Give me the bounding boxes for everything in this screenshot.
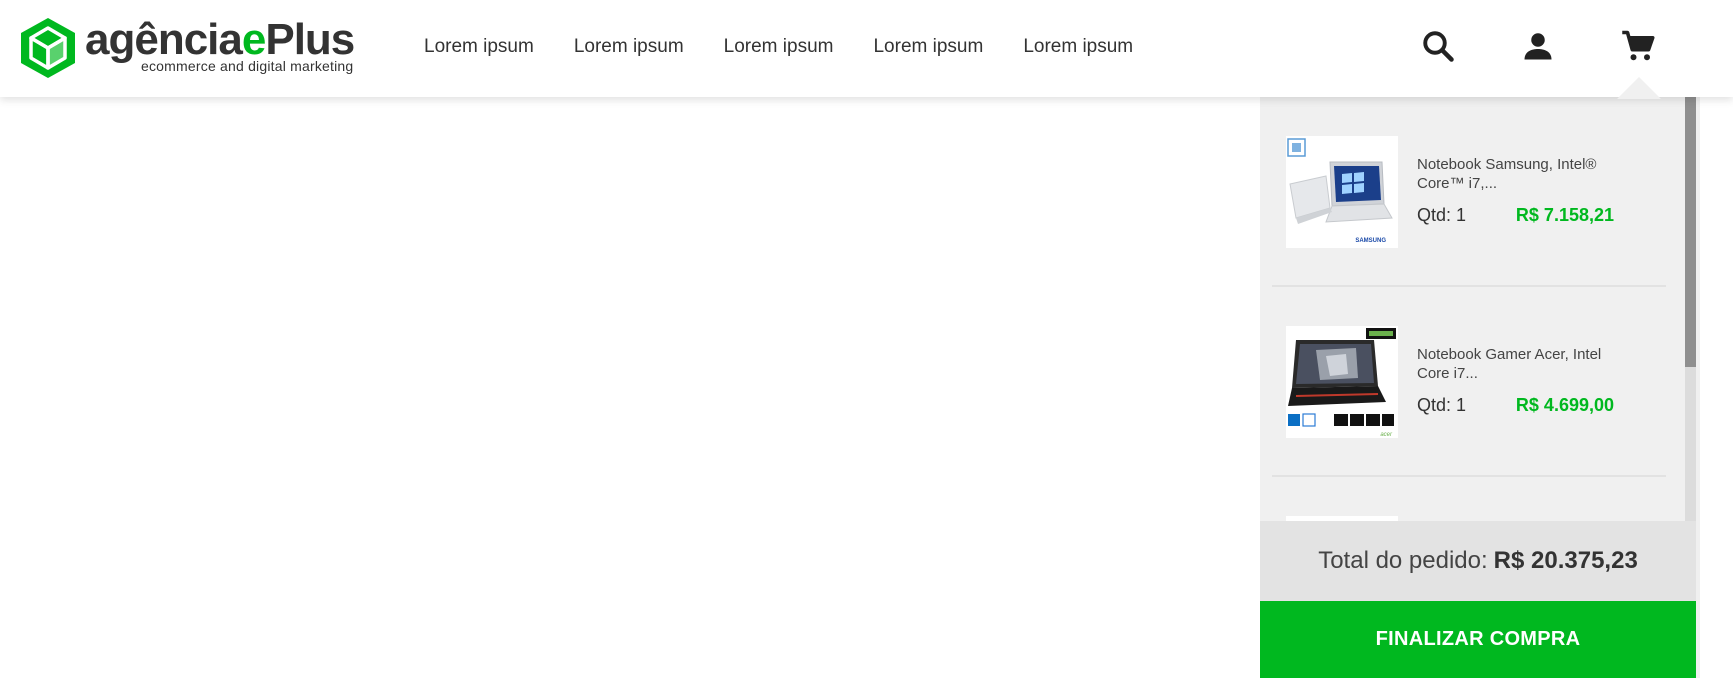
brand-logo[interactable]: agênciaePlus ecommerce and digital marke… xyxy=(19,15,367,80)
product-thumbnail[interactable]: SAMSUNG xyxy=(1286,136,1398,248)
cart-item-qty: Qtd: 1 xyxy=(1417,205,1467,225)
nav-item-1[interactable]: Lorem ipsum xyxy=(424,30,534,64)
nav-item-5[interactable]: Lorem ipsum xyxy=(1023,30,1133,64)
cart-item-list: SAMSUNG Notebook Samsung, Intel® Core™ i… xyxy=(1260,97,1685,521)
brand-wordmark: agênciaePlus ecommerce and digital marke… xyxy=(85,15,367,78)
cart-dropdown: SAMSUNG Notebook Samsung, Intel® Core™ i… xyxy=(1260,97,1700,678)
cube-logo-icon xyxy=(21,18,75,78)
samsung-notebook-image: SAMSUNG xyxy=(1286,136,1398,248)
acer-notebook-image: acer xyxy=(1286,326,1398,438)
product-thumbnail[interactable]: acer xyxy=(1286,326,1398,438)
thumb-brand-label: SAMSUNG xyxy=(1355,238,1386,244)
cart-item[interactable]: SAMSUNG Notebook Samsung, Intel® Core™ i… xyxy=(1272,97,1666,287)
site-header: agênciaePlus ecommerce and digital marke… xyxy=(0,0,1733,97)
nav-item-4[interactable]: Lorem ipsum xyxy=(873,30,983,64)
search-button[interactable] xyxy=(1418,26,1458,66)
cart-item-price: R$ 4.699,00 xyxy=(1515,395,1614,415)
nav-item-3[interactable]: Lorem ipsum xyxy=(724,30,834,64)
nav-item-2[interactable]: Lorem ipsum xyxy=(574,30,684,64)
cart-icon xyxy=(1622,30,1655,61)
user-icon xyxy=(1524,33,1552,60)
cart-item[interactable] xyxy=(1272,477,1666,521)
brand-name-part1: agência xyxy=(85,15,243,64)
order-total: Total do pedido: R$ 20.375,23 xyxy=(1260,521,1696,601)
brand-tagline: ecommerce and digital marketing xyxy=(141,58,354,74)
brand-name-part2: e xyxy=(241,15,267,64)
checkout-button[interactable]: FINALIZAR COMPRA xyxy=(1260,601,1696,678)
order-total-value: R$ 20.375,23 xyxy=(1493,547,1638,574)
cart-item-price: R$ 7.158,21 xyxy=(1515,205,1614,225)
cart-scrollbar-thumb[interactable] xyxy=(1685,97,1696,367)
cart-item-name[interactable]: Notebook Samsung, Intel® Core™ i7,... xyxy=(1417,155,1617,193)
cart-item-name[interactable]: Notebook Gamer Acer, Intel Core i7... xyxy=(1417,345,1617,383)
cart-item-qty: Qtd: 1 xyxy=(1417,395,1467,415)
order-total-label: Total do pedido: xyxy=(1318,547,1488,574)
thumb-brand-label: acer xyxy=(1380,432,1393,438)
main-nav: Lorem ipsum Lorem ipsum Lorem ipsum Lore… xyxy=(424,30,1173,64)
search-icon xyxy=(1423,31,1454,62)
cart-button[interactable] xyxy=(1618,26,1658,66)
account-button[interactable] xyxy=(1518,26,1558,66)
cart-dropdown-caret xyxy=(1617,77,1661,99)
brand-name-part3: Plus xyxy=(265,15,355,64)
cart-item[interactable]: acer Notebook Gamer Acer, Intel Core i7.… xyxy=(1272,287,1666,477)
